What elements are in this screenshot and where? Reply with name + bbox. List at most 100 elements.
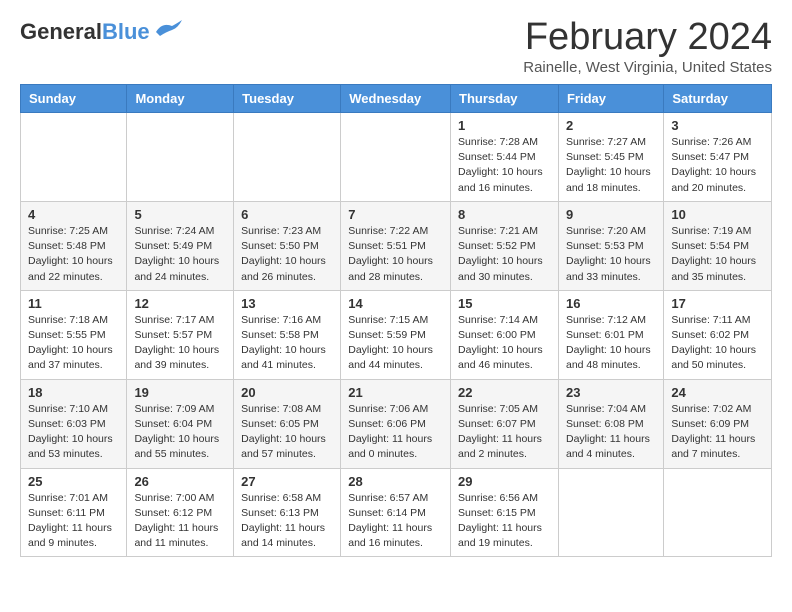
calendar-week-row: 25 Sunrise: 7:01 AM Sunset: 6:11 PM Dayli… [21,468,772,557]
logo-blue: Blue [102,19,150,44]
day-info: Sunrise: 7:02 AM Sunset: 6:09 PM Dayligh… [671,402,764,463]
day-info: Sunrise: 7:00 AM Sunset: 6:12 PM Dayligh… [134,491,226,552]
calendar-cell: 11Sunrise: 7:18 AM Sunset: 5:55 PM Dayli… [21,290,127,379]
calendar-cell [127,113,234,202]
month-title: February 2024 [523,16,772,59]
day-number: 12 [134,296,226,311]
calendar-week-row: 18Sunrise: 7:10 AM Sunset: 6:03 PM Dayli… [21,379,772,468]
calendar-cell: 7 Sunrise: 7:22 AM Sunset: 5:51 PM Daylig… [341,201,451,290]
calendar-header-thursday: Thursday [451,85,559,113]
day-number: 1 [458,118,551,133]
day-number: 13 [241,296,333,311]
day-info: Sunrise: 7:25 AM Sunset: 5:48 PM Dayligh… [28,224,119,285]
day-number: 26 [134,474,226,489]
day-number: 16 [566,296,656,311]
logo-bird-icon [152,18,184,40]
day-info: Sunrise: 7:08 AM Sunset: 6:05 PM Dayligh… [241,402,333,463]
day-number: 2 [566,118,656,133]
logo-general: General [20,19,102,44]
calendar-cell: 19Sunrise: 7:09 AM Sunset: 6:04 PM Dayli… [127,379,234,468]
calendar-cell: 17 Sunrise: 7:11 AM Sunset: 6:02 PM Dayli… [664,290,772,379]
calendar-cell: 3Sunrise: 7:26 AM Sunset: 5:47 PM Daylig… [664,113,772,202]
logo: GeneralBlue [20,20,184,45]
day-number: 14 [348,296,443,311]
day-number: 25 [28,474,119,489]
title-area: February 2024 Rainelle, West Virginia, U… [523,16,772,76]
calendar-week-row: 4 Sunrise: 7:25 AM Sunset: 5:48 PM Daylig… [21,201,772,290]
calendar-cell: 6 Sunrise: 7:23 AM Sunset: 5:50 PM Daylig… [234,201,341,290]
day-number: 5 [134,207,226,222]
day-number: 10 [671,207,764,222]
calendar-cell: 4 Sunrise: 7:25 AM Sunset: 5:48 PM Daylig… [21,201,127,290]
day-info: Sunrise: 6:56 AM Sunset: 6:15 PM Dayligh… [458,491,551,552]
day-number: 3 [671,118,764,133]
calendar-cell: 13 Sunrise: 7:16 AM Sunset: 5:58 PM Dayli… [234,290,341,379]
calendar-cell: 2 Sunrise: 7:27 AM Sunset: 5:45 PM Daylig… [558,113,663,202]
calendar-cell: 23 Sunrise: 7:04 AM Sunset: 6:08 PM Dayli… [558,379,663,468]
calendar: SundayMondayTuesdayWednesdayThursdayFrid… [20,84,772,557]
day-number: 28 [348,474,443,489]
header: GeneralBlue February 2024 Rainelle, West… [20,16,772,76]
calendar-week-row: 11Sunrise: 7:18 AM Sunset: 5:55 PM Dayli… [21,290,772,379]
day-info: Sunrise: 7:09 AM Sunset: 6:04 PM Dayligh… [134,402,226,463]
day-info: Sunrise: 7:05 AM Sunset: 6:07 PM Dayligh… [458,402,551,463]
calendar-cell: 1Sunrise: 7:28 AM Sunset: 5:44 PM Daylig… [451,113,559,202]
day-info: Sunrise: 7:24 AM Sunset: 5:49 PM Dayligh… [134,224,226,285]
day-info: Sunrise: 7:06 AM Sunset: 6:06 PM Dayligh… [348,402,443,463]
day-number: 29 [458,474,551,489]
day-info: Sunrise: 7:23 AM Sunset: 5:50 PM Dayligh… [241,224,333,285]
day-info: Sunrise: 7:10 AM Sunset: 6:03 PM Dayligh… [28,402,119,463]
day-number: 23 [566,385,656,400]
calendar-cell: 16 Sunrise: 7:12 AM Sunset: 6:01 PM Dayli… [558,290,663,379]
calendar-header-monday: Monday [127,85,234,113]
day-number: 9 [566,207,656,222]
calendar-cell: 27 Sunrise: 6:58 AM Sunset: 6:13 PM Dayli… [234,468,341,557]
day-info: Sunrise: 7:15 AM Sunset: 5:59 PM Dayligh… [348,313,443,374]
calendar-cell: 8 Sunrise: 7:21 AM Sunset: 5:52 PM Daylig… [451,201,559,290]
day-number: 21 [348,385,443,400]
calendar-cell [558,468,663,557]
day-info: Sunrise: 7:22 AM Sunset: 5:51 PM Dayligh… [348,224,443,285]
day-number: 15 [458,296,551,311]
calendar-cell: 5 Sunrise: 7:24 AM Sunset: 5:49 PM Daylig… [127,201,234,290]
calendar-cell: 18Sunrise: 7:10 AM Sunset: 6:03 PM Dayli… [21,379,127,468]
day-number: 17 [671,296,764,311]
day-number: 20 [241,385,333,400]
day-number: 6 [241,207,333,222]
calendar-cell: 24Sunrise: 7:02 AM Sunset: 6:09 PM Dayli… [664,379,772,468]
day-number: 7 [348,207,443,222]
calendar-cell: 28 Sunrise: 6:57 AM Sunset: 6:14 PM Dayli… [341,468,451,557]
calendar-cell [234,113,341,202]
calendar-header-wednesday: Wednesday [341,85,451,113]
day-info: Sunrise: 7:14 AM Sunset: 6:00 PM Dayligh… [458,313,551,374]
calendar-cell: 15 Sunrise: 7:14 AM Sunset: 6:00 PM Dayli… [451,290,559,379]
day-number: 22 [458,385,551,400]
calendar-cell: 21 Sunrise: 7:06 AM Sunset: 6:06 PM Dayli… [341,379,451,468]
calendar-cell: 12 Sunrise: 7:17 AM Sunset: 5:57 PM Dayli… [127,290,234,379]
day-number: 4 [28,207,119,222]
calendar-cell: 10 Sunrise: 7:19 AM Sunset: 5:54 PM Dayli… [664,201,772,290]
day-info: Sunrise: 7:11 AM Sunset: 6:02 PM Dayligh… [671,313,764,374]
day-info: Sunrise: 7:17 AM Sunset: 5:57 PM Dayligh… [134,313,226,374]
day-number: 8 [458,207,551,222]
day-number: 27 [241,474,333,489]
calendar-cell: 25 Sunrise: 7:01 AM Sunset: 6:11 PM Dayli… [21,468,127,557]
calendar-week-row: 1Sunrise: 7:28 AM Sunset: 5:44 PM Daylig… [21,113,772,202]
day-info: Sunrise: 7:19 AM Sunset: 5:54 PM Dayligh… [671,224,764,285]
day-info: Sunrise: 7:04 AM Sunset: 6:08 PM Dayligh… [566,402,656,463]
day-info: Sunrise: 6:58 AM Sunset: 6:13 PM Dayligh… [241,491,333,552]
day-info: Sunrise: 7:27 AM Sunset: 5:45 PM Dayligh… [566,135,656,196]
day-info: Sunrise: 7:20 AM Sunset: 5:53 PM Dayligh… [566,224,656,285]
calendar-cell [341,113,451,202]
day-info: Sunrise: 7:01 AM Sunset: 6:11 PM Dayligh… [28,491,119,552]
calendar-header-saturday: Saturday [664,85,772,113]
day-info: Sunrise: 7:16 AM Sunset: 5:58 PM Dayligh… [241,313,333,374]
day-info: Sunrise: 7:18 AM Sunset: 5:55 PM Dayligh… [28,313,119,374]
day-info: Sunrise: 6:57 AM Sunset: 6:14 PM Dayligh… [348,491,443,552]
calendar-cell [664,468,772,557]
day-info: Sunrise: 7:12 AM Sunset: 6:01 PM Dayligh… [566,313,656,374]
day-info: Sunrise: 7:21 AM Sunset: 5:52 PM Dayligh… [458,224,551,285]
calendar-header-tuesday: Tuesday [234,85,341,113]
calendar-cell: 9 Sunrise: 7:20 AM Sunset: 5:53 PM Daylig… [558,201,663,290]
calendar-header-sunday: Sunday [21,85,127,113]
